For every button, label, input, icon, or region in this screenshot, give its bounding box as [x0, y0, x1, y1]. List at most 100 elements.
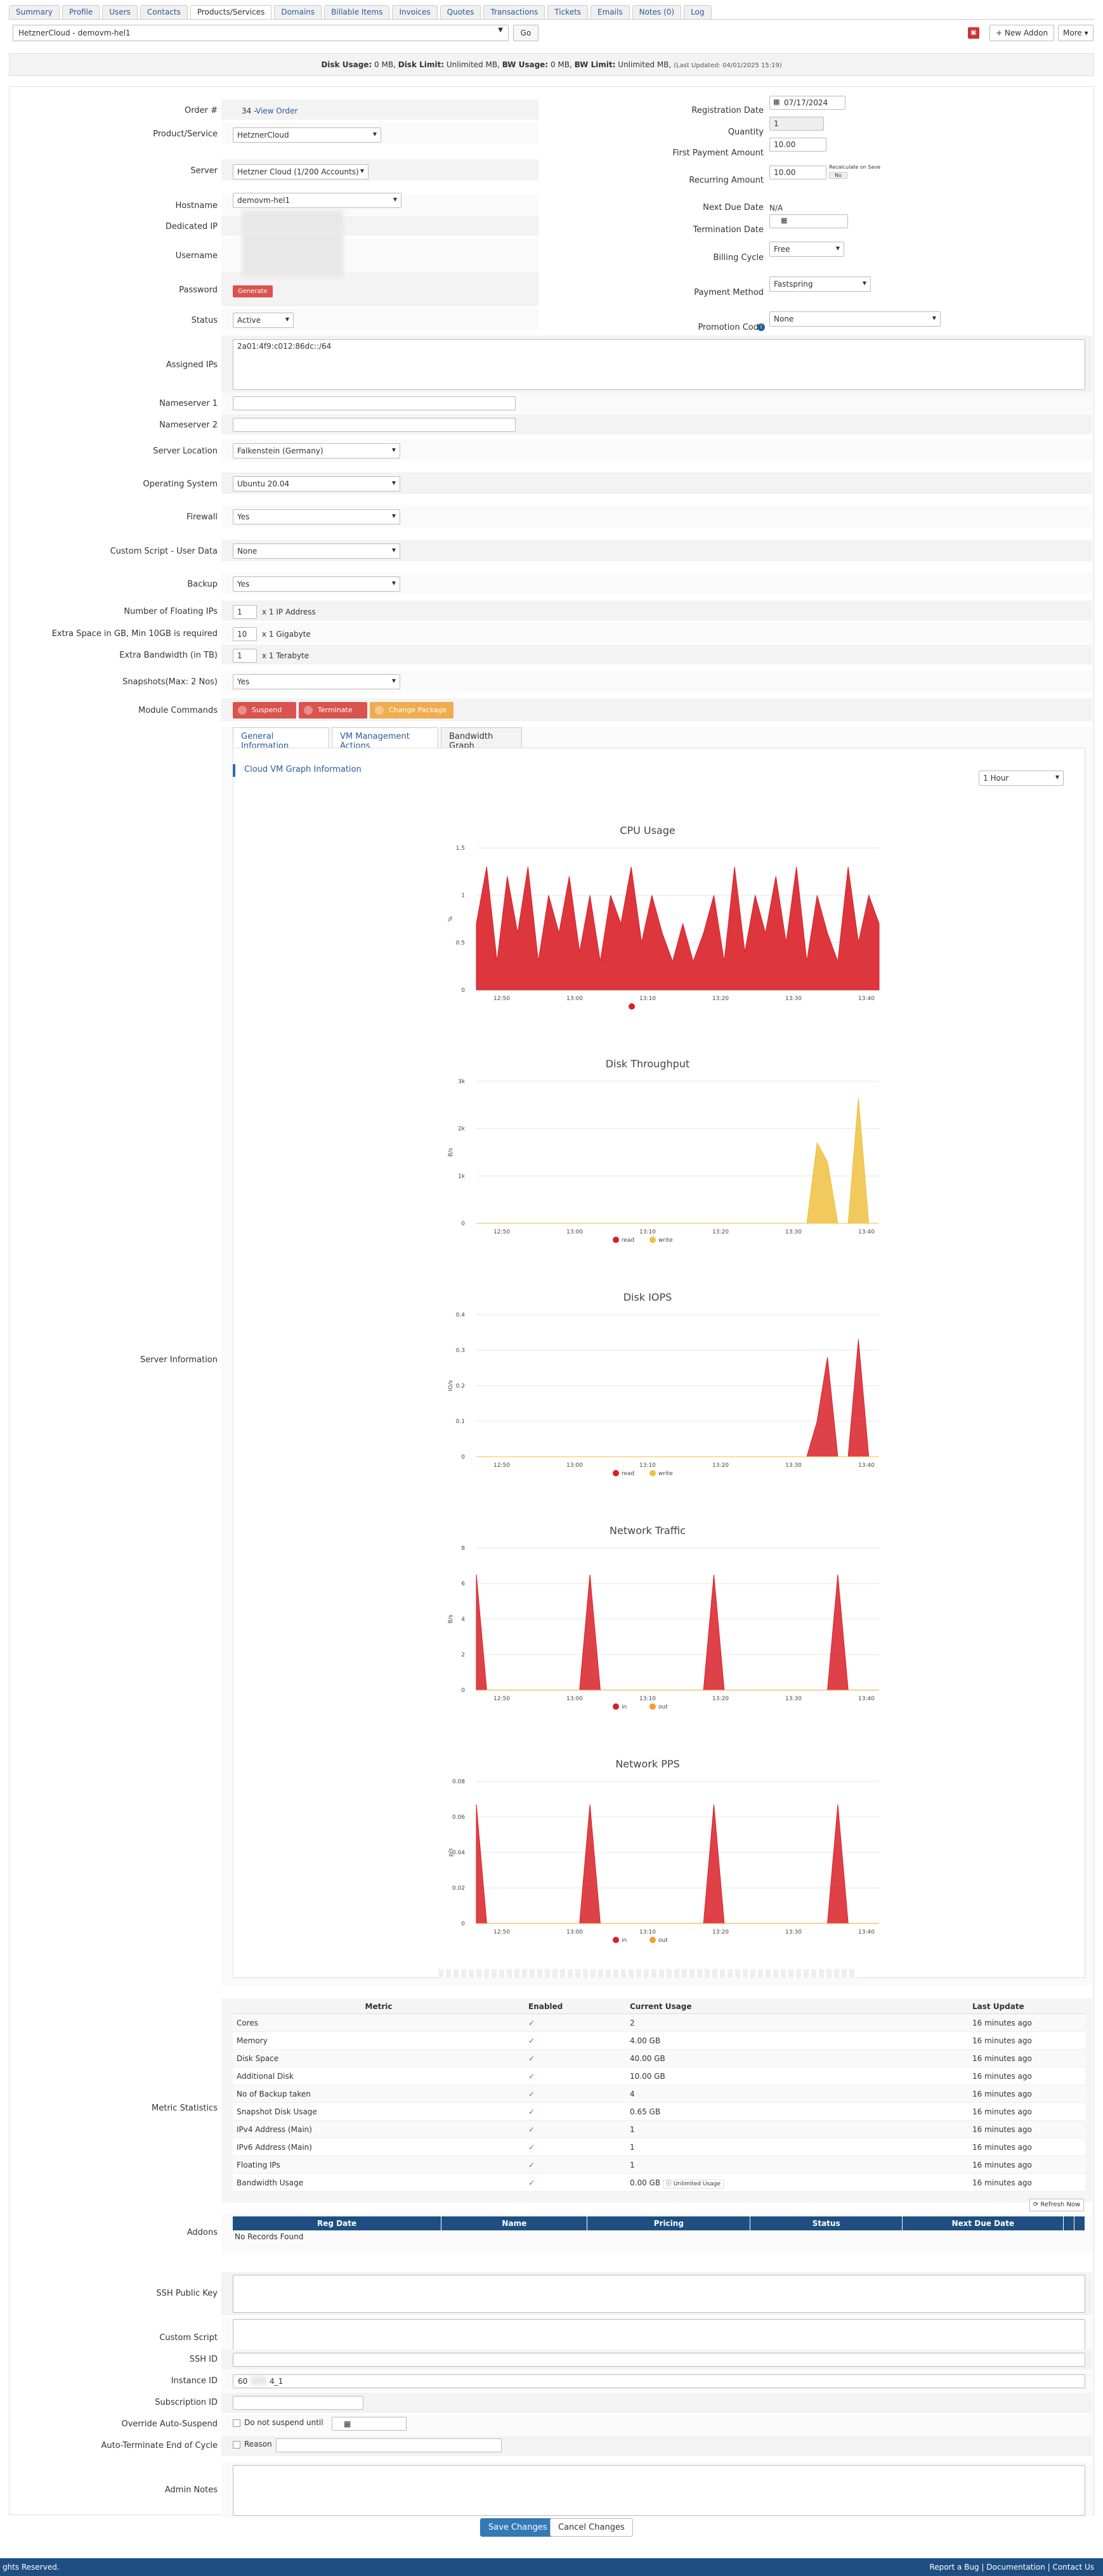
metric-usage: 4 [626, 2085, 969, 2103]
auto-terminate-checkbox[interactable] [233, 2441, 240, 2449]
floating-ips-input[interactable]: 1 [233, 605, 257, 619]
tab-summary[interactable]: Summary [9, 5, 60, 19]
product-select[interactable]: HetznerCloud ▼ [233, 127, 381, 143]
billing-cycle-select[interactable]: Free ▼ [769, 242, 844, 257]
refresh-now-button[interactable]: ⟳ Refresh Now [1029, 2199, 1084, 2211]
override-checkbox[interactable] [233, 2419, 240, 2427]
subscription-input[interactable] [233, 2396, 363, 2410]
recurring-amount-input[interactable]: 10.00 [769, 166, 826, 179]
legend-marker[interactable] [629, 1003, 635, 1010]
subtab-vm-management[interactable]: VM Management Actions [332, 727, 438, 751]
legend-marker[interactable] [613, 1703, 619, 1710]
override-date-input[interactable]: ▦ [332, 2417, 407, 2431]
ssh-id-input[interactable] [233, 2353, 1085, 2367]
tab-emails[interactable]: Emails [591, 5, 630, 19]
disk-usage-label: Disk Usage: [321, 60, 372, 69]
server-select[interactable]: Hetzner Cloud (1/200 Accounts) ▼ [233, 164, 369, 179]
legend-marker[interactable] [649, 1237, 656, 1243]
cancel-changes-button[interactable]: Cancel Changes [550, 2518, 633, 2537]
ssh-key-textarea[interactable] [233, 2275, 1085, 2313]
usage-value: 0.65 GB [630, 2107, 661, 2116]
field-label-hostname_label: Hostname [175, 201, 218, 211]
y-tick-label: 0.3 [456, 1348, 465, 1354]
footer-links[interactable]: Report a Bug | Documentation | Contact U… [929, 2558, 1094, 2576]
tab-products-services[interactable]: Products/Services [190, 5, 272, 19]
go-button[interactable]: Go [513, 25, 538, 41]
chevron-down-icon: ▼ [360, 168, 364, 174]
product-select-value: HetznerCloud [237, 131, 289, 140]
tab-billable-items[interactable]: Billable Items [324, 5, 390, 19]
field-label-backup_label: Backup [187, 580, 218, 589]
subtab-general-information[interactable]: General Information [233, 727, 329, 751]
quantity-input[interactable]: 1 [769, 117, 824, 131]
tab-log[interactable]: Log [684, 5, 712, 19]
promo-code-select[interactable]: None ▼ [769, 311, 941, 327]
custom-script-select[interactable]: None ▼ [233, 543, 400, 559]
change-package-button[interactable]: Change Package [370, 702, 454, 719]
metric-usage: 1 [626, 2120, 969, 2138]
terminate-button[interactable]: Terminate [299, 702, 367, 719]
recalculate-toggle[interactable]: No [829, 172, 847, 179]
instance-id-input[interactable] [233, 2374, 1085, 2388]
extra-space-input[interactable]: 10 [233, 627, 257, 641]
addons-label: Addons [186, 2228, 218, 2237]
new-addon-button[interactable]: + New Addon [989, 25, 1055, 41]
payment-method-select[interactable]: Fastspring ▼ [769, 276, 871, 292]
tab-profile[interactable]: Profile [62, 5, 100, 19]
legend-marker[interactable] [613, 1470, 619, 1476]
save-changes-button[interactable]: Save Changes [480, 2518, 556, 2537]
tab-quotes[interactable]: Quotes [440, 5, 481, 19]
footer: ghts Reserved. Report a Bug | Documentat… [0, 2558, 1103, 2576]
y-tick-label: 0 [461, 987, 465, 994]
field-label-billing_cycle_label: Billing Cycle [713, 253, 764, 263]
chart-svg: Network Traffic 0 2 4 6 8 B/s 12:50 13:00 13:10 13… [448, 1525, 879, 1710]
admin-notes-textarea[interactable] [233, 2465, 1085, 2516]
pdf-icon[interactable]: ▣ [968, 27, 979, 39]
tab-invoices[interactable]: Invoices [392, 5, 438, 19]
enabled-check: ✓ [525, 2120, 626, 2138]
tab-contacts[interactable]: Contacts [140, 5, 188, 19]
period-select[interactable]: 1 Hour ▼ [979, 771, 1064, 786]
location-select[interactable]: Falkenstein (Germany) ▼ [233, 443, 400, 459]
snapshots-select[interactable]: Yes ▼ [233, 674, 400, 689]
extra-bw-input[interactable]: 1 [233, 649, 257, 663]
field-label-recurring_label: Recurring Amount [689, 176, 764, 185]
os-select[interactable]: Ubuntu 20.04 ▼ [233, 476, 400, 491]
legend-marker[interactable] [649, 1703, 656, 1710]
status-select[interactable]: Active ▼ [233, 313, 294, 328]
tab-users[interactable]: Users [102, 5, 138, 19]
generate-button[interactable]: Generate [233, 285, 273, 297]
form-row-bg [221, 623, 1092, 643]
chevron-down-icon: ▼ [391, 480, 396, 486]
assigned-ips-textarea[interactable]: 2a01:4f9:c012:86dc::/64 [233, 339, 1085, 390]
metric-usage: 4.00 GB [626, 2031, 969, 2050]
firewall-select[interactable]: Yes ▼ [233, 509, 400, 524]
suspend-button[interactable]: Suspend [233, 702, 296, 719]
nameserver1-input[interactable] [233, 396, 516, 410]
subtab-bandwidth-graph[interactable]: Bandwidth Graph [441, 727, 522, 751]
more-button[interactable]: More ▾ [1058, 25, 1093, 41]
legend-label: write [658, 1237, 673, 1244]
legend-marker[interactable] [649, 1937, 656, 1943]
first-payment-input[interactable]: 10.00 [769, 138, 826, 152]
service-select[interactable]: HetznerCloud - demovm-hel1 ▼ [13, 25, 509, 41]
tab-transactions[interactable]: Transactions [483, 5, 545, 19]
hostname-select[interactable]: demovm-hel1 ▼ [233, 193, 401, 208]
usage-value: 10.00 GB [630, 2071, 665, 2081]
tab-tickets[interactable]: Tickets [547, 5, 589, 19]
legend-marker[interactable] [649, 1470, 656, 1476]
view-order-link[interactable]: View Order [256, 102, 297, 120]
backup-select[interactable]: Yes ▼ [233, 576, 400, 592]
nameserver2-input[interactable] [233, 418, 516, 432]
enabled-check: ✓ [525, 2085, 626, 2103]
legend-marker[interactable] [613, 1937, 619, 1943]
registration-date-input[interactable]: 07/17/2024 [769, 96, 845, 110]
tab-notes-0[interactable]: Notes (0) [632, 5, 682, 19]
calendar-icon: ▦ [344, 2419, 351, 2428]
legend-marker[interactable] [613, 1237, 619, 1243]
chart-svg: CPU Usage 0 0.5 1 1.5% 12:50 13:00 13:10 13:20 13… [448, 824, 880, 1010]
field-label-admin_notes_label: Admin Notes [164, 2485, 218, 2495]
tab-domains[interactable]: Domains [274, 5, 322, 19]
y-tick-label: 0 [461, 1921, 465, 1927]
reason-input[interactable] [276, 2438, 502, 2452]
